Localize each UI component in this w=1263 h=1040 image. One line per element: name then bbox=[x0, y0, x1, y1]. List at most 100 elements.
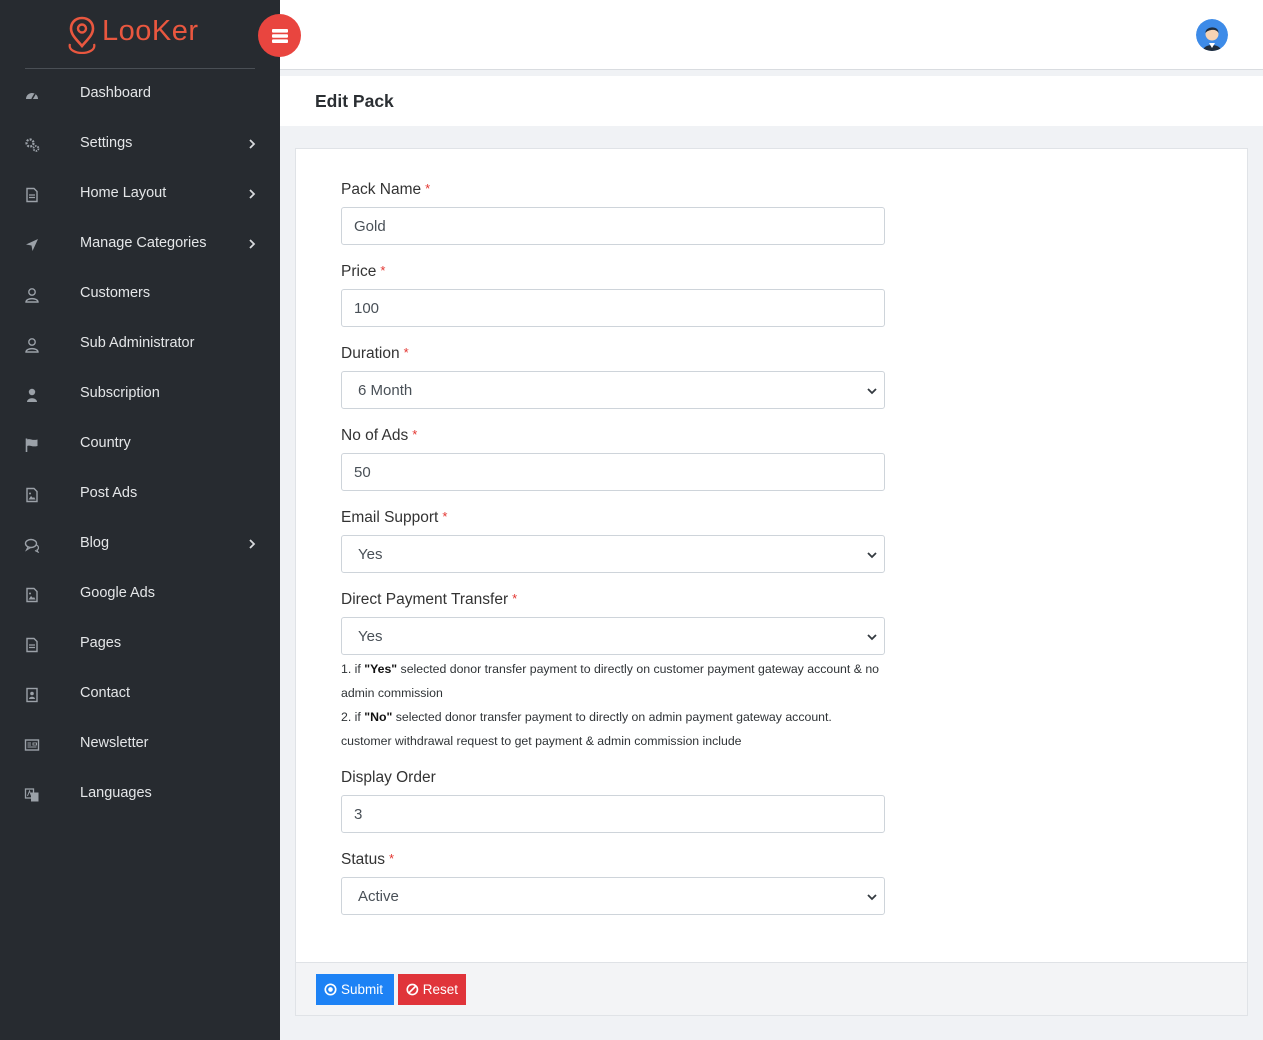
image-file-icon bbox=[26, 487, 38, 503]
brand-logo[interactable]: LooKer bbox=[66, 14, 199, 54]
document-icon bbox=[26, 637, 38, 653]
direct-payment-help-text: 1. if "Yes" selected donor transfer paym… bbox=[341, 657, 885, 753]
chevron-down-icon bbox=[867, 634, 877, 641]
required-asterisk: * bbox=[403, 345, 409, 360]
status-select[interactable]: Active bbox=[341, 877, 885, 915]
image-file-icon bbox=[26, 587, 38, 603]
status-label: Status * bbox=[341, 851, 885, 873]
chevron-down-icon bbox=[867, 894, 877, 901]
sidebar-item-label: Contact bbox=[80, 685, 130, 701]
user-icon bbox=[25, 288, 39, 303]
reset-button[interactable]: Reset bbox=[398, 974, 466, 1005]
sidebar-item-label: Home Layout bbox=[80, 185, 167, 201]
help-line-2: 2. if "No" selected donor transfer payme… bbox=[341, 705, 885, 753]
duration-group: Duration * 6 Month bbox=[341, 345, 885, 409]
required-asterisk: * bbox=[425, 181, 431, 196]
email-support-label: Email Support * bbox=[341, 509, 885, 531]
sidebar-item-settings[interactable]: Settings bbox=[0, 119, 280, 169]
direct-payment-label-text: Direct Payment Transfer bbox=[341, 591, 509, 608]
required-asterisk: * bbox=[388, 851, 395, 866]
direct-payment-group: Direct Payment Transfer * Yes bbox=[341, 591, 885, 655]
sidebar-item-blog[interactable]: Blog bbox=[0, 519, 280, 569]
sidebar-item-pages[interactable]: Pages bbox=[0, 619, 280, 669]
direct-payment-label: Direct Payment Transfer * bbox=[341, 591, 885, 613]
sidebar: LooKer Dashboard Settings Home Layout Ma… bbox=[0, 0, 280, 1040]
duration-select[interactable]: 6 Month bbox=[341, 371, 885, 409]
user-avatar[interactable] bbox=[1196, 19, 1228, 51]
pack-name-input[interactable] bbox=[341, 207, 885, 245]
sidebar-nav: Dashboard Settings Home Layout Manage Ca… bbox=[0, 69, 280, 819]
direct-payment-select[interactable]: Yes bbox=[341, 617, 885, 655]
sidebar-item-manage-categories[interactable]: Manage Categories bbox=[0, 219, 280, 269]
sidebar-item-newsletter[interactable]: Newsletter bbox=[0, 719, 280, 769]
status-selected-value: Active bbox=[358, 888, 399, 905]
location-pin-logo-icon bbox=[68, 16, 96, 54]
duration-label-text: Duration bbox=[341, 345, 400, 362]
edit-pack-form: Pack Name* Price* Duration* 6 Month No o… bbox=[295, 148, 1248, 1016]
duration-selected-value: 6 Month bbox=[358, 382, 413, 399]
pack-name-label: Pack Name * bbox=[341, 181, 885, 203]
newspaper-icon bbox=[24, 739, 40, 751]
sidebar-item-customers[interactable]: Customers bbox=[0, 269, 280, 319]
contact-card-icon bbox=[26, 687, 38, 703]
sidebar-item-country[interactable]: Country bbox=[0, 419, 280, 469]
help-line-1-text: selected donor transfer payment to direc… bbox=[341, 662, 880, 700]
comments-icon bbox=[24, 538, 40, 553]
sidebar-item-label: Newsletter bbox=[80, 735, 149, 751]
no-of-ads-input[interactable] bbox=[341, 453, 885, 491]
status-label-text: Status bbox=[341, 851, 385, 868]
flag-icon bbox=[25, 438, 38, 452]
email-support-select[interactable]: Yes bbox=[341, 535, 885, 573]
direct-payment-selected-value: Yes bbox=[358, 628, 383, 645]
sidebar-item-home-layout[interactable]: Home Layout bbox=[0, 169, 280, 219]
sidebar-item-label: Languages bbox=[80, 785, 152, 801]
no-of-ads-group: No of Ads * bbox=[341, 427, 885, 491]
sidebar-item-sub-administrator[interactable]: Sub Administrator bbox=[0, 319, 280, 369]
sidebar-item-label: Google Ads bbox=[80, 585, 155, 601]
sidebar-item-languages[interactable]: Languages bbox=[0, 769, 280, 819]
help-line-2-bold: "No" bbox=[364, 710, 393, 724]
price-group: Price * bbox=[341, 263, 885, 327]
required-asterisk: * bbox=[512, 591, 518, 606]
required-asterisk: * bbox=[380, 263, 386, 278]
sidebar-item-subscription[interactable]: Subscription bbox=[0, 369, 280, 419]
no-of-ads-label-text: No of Ads bbox=[341, 427, 409, 444]
display-order-input[interactable] bbox=[341, 795, 885, 833]
menu-toggle-button[interactable] bbox=[258, 14, 301, 57]
required-asterisk: * bbox=[412, 427, 418, 442]
page-title: Edit Pack bbox=[315, 91, 394, 111]
help-line-2-prefix: 2. if bbox=[341, 710, 365, 724]
duration-label: Duration * bbox=[341, 345, 885, 367]
help-line-1: 1. if "Yes" selected donor transfer paym… bbox=[341, 657, 885, 705]
pack-name-label-text: Pack Name bbox=[341, 181, 422, 198]
sidebar-item-contact[interactable]: Contact bbox=[0, 669, 280, 719]
price-input[interactable] bbox=[341, 289, 885, 327]
page-header: Edit Pack bbox=[280, 76, 1263, 126]
gears-icon bbox=[25, 138, 40, 152]
sidebar-item-label: Pages bbox=[80, 635, 122, 651]
chevron-right-icon bbox=[249, 139, 256, 149]
document-icon bbox=[26, 187, 38, 203]
submit-button[interactable]: Submit bbox=[316, 974, 394, 1005]
top-header bbox=[280, 0, 1263, 70]
email-support-group: Email Support * Yes bbox=[341, 509, 885, 573]
language-icon bbox=[24, 788, 39, 802]
pack-name-group: Pack Name * bbox=[341, 181, 885, 245]
sidebar-item-label: Blog bbox=[80, 535, 110, 551]
sidebar-item-dashboard[interactable]: Dashboard bbox=[0, 69, 280, 119]
location-arrow-icon bbox=[26, 239, 38, 251]
chevron-right-icon bbox=[249, 239, 256, 249]
brand-name: LooKer bbox=[102, 14, 199, 47]
sidebar-item-label: Sub Administrator bbox=[80, 335, 195, 351]
sidebar-item-label: Customers bbox=[80, 285, 151, 301]
sidebar-item-label: Settings bbox=[80, 135, 133, 151]
status-group: Status * Active bbox=[341, 851, 885, 915]
sidebar-item-google-ads[interactable]: Google Ads bbox=[0, 569, 280, 619]
ban-icon bbox=[406, 983, 419, 996]
dot-circle-icon bbox=[324, 983, 337, 996]
sidebar-item-label: Country bbox=[80, 435, 131, 451]
email-support-label-text: Email Support bbox=[341, 509, 439, 526]
display-order-group: Display Order bbox=[341, 769, 885, 833]
sidebar-item-post-ads[interactable]: Post Ads bbox=[0, 469, 280, 519]
chevron-right-icon bbox=[249, 539, 256, 549]
